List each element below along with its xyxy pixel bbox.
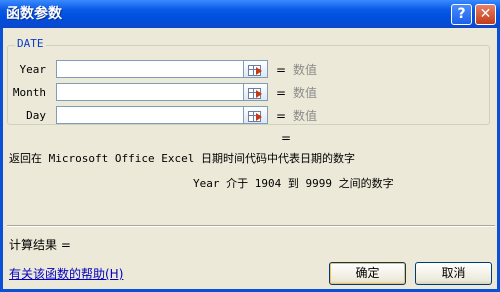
month-ref-button[interactable] [244,83,268,101]
cancel-button[interactable]: 取消 [415,262,492,285]
year-input[interactable] [56,60,244,78]
month-input[interactable] [56,83,244,101]
day-ref-button[interactable] [244,106,268,124]
formula-result-equals: = [281,131,292,145]
divider [7,225,495,227]
month-equals: = [276,86,287,100]
arrow-icon [256,90,262,98]
dialog-title: 函数参数 [6,6,62,22]
calculation-result: 计算结果 = [9,238,71,252]
day-result: 数值 [293,109,318,123]
argument-description: Year 介于 1904 到 9999 之间的数字 [193,177,394,190]
ok-button[interactable]: 确定 [329,262,406,285]
title-bar: 函数参数 ? ✕ [0,0,500,28]
arg-row-month: Month = 数值 [8,83,491,103]
function-description: 返回在 Microsoft Office Excel 日期时间代码中代表日期的数… [9,152,355,165]
help-button[interactable]: ? [451,4,472,25]
day-input[interactable] [56,106,244,124]
arg-label-year: Year [19,63,47,76]
year-result: 数值 [293,63,318,77]
function-arguments-dialog: 函数参数 ? ✕ DATE Year = 数值 Month = 数值 Day =… [0,0,500,292]
year-equals: = [276,63,287,77]
day-equals: = [276,109,287,123]
arg-row-year: Year = 数值 [8,60,491,80]
month-result: 数值 [293,86,318,100]
function-help-link[interactable]: 有关该函数的帮助(H) [9,265,123,282]
function-name-label: DATE [15,37,46,50]
close-button[interactable]: ✕ [475,4,496,25]
arg-label-day: Day [26,109,46,122]
arrow-icon [256,67,262,75]
argument-group: DATE Year = 数值 Month = 数值 Day = 数值 [7,37,491,126]
arg-row-day: Day = 数值 [8,106,491,126]
arrow-icon [256,113,262,121]
arg-label-month: Month [12,86,46,99]
year-ref-button[interactable] [244,60,268,78]
